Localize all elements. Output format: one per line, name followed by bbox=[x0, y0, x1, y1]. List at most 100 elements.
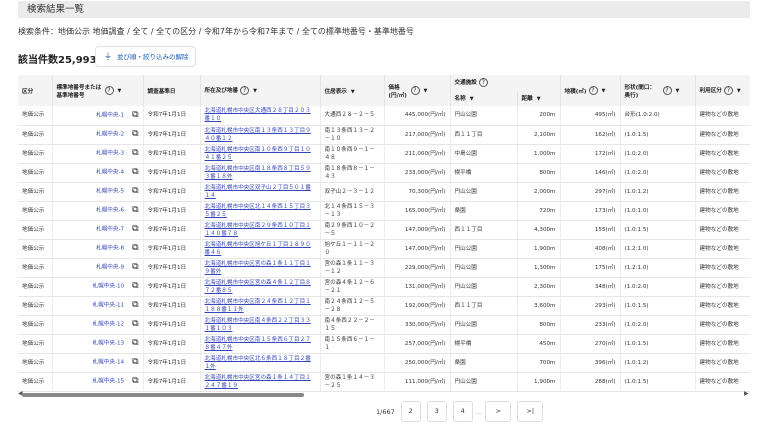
land-number-link[interactable]: 札幌中央-13 bbox=[93, 341, 125, 347]
page-3-button[interactable]: 3 bbox=[426, 401, 447, 422]
cell-shape: (1.0:1.5) bbox=[620, 334, 696, 354]
cell-residence: 南２４条西１２－５－２８ bbox=[320, 296, 385, 316]
external-link-icon[interactable]: ⧉ bbox=[132, 301, 138, 310]
cell-price: 217,000(円/㎡) bbox=[384, 125, 451, 145]
help-icon[interactable]: ? bbox=[478, 78, 488, 88]
external-link-icon[interactable]: ⧉ bbox=[132, 111, 138, 120]
sort-caret-icon[interactable]: ▼ bbox=[424, 88, 428, 94]
sort-caret-icon[interactable]: ▼ bbox=[676, 88, 680, 94]
location-link[interactable]: 北海道札幌市中央区南２９条西１０丁目１１４０番７８ bbox=[205, 223, 311, 237]
location-link[interactable]: 北海道札幌市中央区南２４条西１２丁目１１８８番１１外 bbox=[205, 299, 311, 313]
sort-caret-icon[interactable]: ▼ bbox=[537, 96, 541, 102]
sort-caret-icon[interactable]: ▼ bbox=[602, 88, 606, 94]
external-link-icon[interactable]: ⧉ bbox=[132, 282, 138, 291]
external-link-icon[interactable]: ⧉ bbox=[132, 130, 138, 139]
header-number[interactable]: 標準地番号または基準地番号? ▼ bbox=[52, 75, 144, 106]
page-4-button[interactable]: 4 bbox=[452, 401, 473, 422]
external-link-icon[interactable]: ⧉ bbox=[132, 263, 138, 272]
header-station-name[interactable]: 名称 ▼ bbox=[450, 90, 518, 106]
land-number-link[interactable]: 札幌中央-3 bbox=[96, 151, 124, 157]
cell-kubun: 地価公示 bbox=[18, 258, 53, 278]
external-link-icon[interactable]: ⧉ bbox=[132, 377, 138, 386]
help-icon[interactable]: ? bbox=[588, 86, 598, 95]
land-number-link[interactable]: 札幌中央-14 bbox=[93, 360, 125, 366]
cell-number: 札幌中央-14 ⧉ bbox=[52, 353, 144, 373]
land-number-link[interactable]: 札幌中央-6 bbox=[96, 208, 124, 214]
sort-caret-icon[interactable]: ▼ bbox=[737, 88, 741, 94]
external-link-icon[interactable]: ⧉ bbox=[132, 320, 138, 329]
external-link-icon[interactable]: ⧉ bbox=[132, 206, 138, 215]
cell-distance: 1,300m bbox=[517, 258, 561, 278]
land-number-link[interactable]: 札幌中央-12 bbox=[93, 322, 125, 328]
header-location[interactable]: 所在及び地番? ▼ bbox=[200, 75, 321, 106]
external-link-icon[interactable]: ⧉ bbox=[132, 358, 138, 367]
location-link[interactable]: 北海道札幌市中央区宮の森４条１２丁目８７２番８５ bbox=[205, 280, 311, 294]
help-icon[interactable]: ? bbox=[104, 86, 114, 95]
scroll-right-icon[interactable]: ▶ bbox=[744, 390, 749, 397]
cell-usage: 建物などの敷地 bbox=[695, 106, 750, 126]
cell-date: 令和7年1月1日 bbox=[143, 144, 201, 164]
page-2-button[interactable]: 2 bbox=[400, 401, 421, 422]
external-link-icon[interactable]: ⧉ bbox=[132, 244, 138, 253]
cell-kubun: 地価公示 bbox=[18, 334, 53, 354]
land-number-link[interactable]: 札幌中央-4 bbox=[96, 170, 124, 176]
location-link[interactable]: 北海道札幌市中央区宮の森１条１４丁目１２４７番１９ bbox=[205, 375, 311, 389]
header-residence[interactable]: 住居表示 ▼ bbox=[320, 75, 385, 106]
location-link[interactable]: 北海道札幌市中央区南１８条西８丁目５９３番１８外 bbox=[205, 166, 311, 180]
land-number-link[interactable]: 札幌中央-8 bbox=[96, 246, 124, 252]
help-icon[interactable]: ? bbox=[410, 86, 420, 95]
external-link-icon[interactable]: ⧉ bbox=[132, 149, 138, 158]
cell-shape: (1.0:1.5) bbox=[620, 220, 696, 240]
horizontal-scrollbar[interactable] bbox=[22, 393, 304, 397]
cell-price: 192,000(円/㎡) bbox=[384, 296, 451, 316]
location-link[interactable]: 北海道札幌市中央区南４条西２２丁目３３１番１０３ bbox=[205, 318, 311, 332]
external-link-icon[interactable]: ⧉ bbox=[132, 339, 138, 348]
cell-station: 中島公園 bbox=[450, 144, 518, 164]
next-page-button[interactable]: > bbox=[485, 401, 512, 422]
land-number-link[interactable]: 札幌中央-9 bbox=[96, 265, 124, 271]
sort-caret-icon[interactable]: ▼ bbox=[253, 88, 257, 94]
land-number-link[interactable]: 札幌中央-15 bbox=[93, 379, 125, 385]
location-link[interactable]: 北海道札幌市中央区北１４条西１５丁目３５番２５ bbox=[205, 204, 311, 218]
last-page-button[interactable]: >| bbox=[517, 401, 544, 422]
header-shape[interactable]: 形状(間口：奥行)? ▼ bbox=[620, 75, 696, 106]
land-number-link[interactable]: 札幌中央-11 bbox=[93, 303, 125, 309]
location-link[interactable]: 北海道札幌市中央区南１３条西１３丁目９４０番１２ bbox=[205, 128, 311, 142]
external-link-icon[interactable]: ⧉ bbox=[132, 187, 138, 196]
external-link-icon[interactable]: ⧉ bbox=[132, 225, 138, 234]
land-number-link[interactable]: 札幌中央-7 bbox=[96, 227, 124, 233]
external-link-icon[interactable]: ⧉ bbox=[132, 168, 138, 177]
header-distance-label: 距離 bbox=[521, 96, 533, 103]
help-icon[interactable]: ? bbox=[240, 86, 250, 95]
sort-caret-icon[interactable]: ▼ bbox=[470, 96, 474, 102]
header-distance[interactable]: 距離 ▼ bbox=[517, 90, 561, 106]
location-link[interactable]: 北海道札幌市中央区北６条西１８丁目２番１外 bbox=[205, 356, 311, 370]
result-count: 該当件数25,993件 bbox=[18, 55, 107, 66]
header-area[interactable]: 地積(㎡)? ▼ bbox=[560, 75, 621, 106]
land-number-link[interactable]: 札幌中央-5 bbox=[96, 189, 124, 195]
cell-price: 211,000(円/㎡) bbox=[384, 144, 451, 164]
location-link[interactable]: 北海道札幌市中央区大通西２８丁目２０３番１０ bbox=[205, 108, 311, 122]
reset-sort-filter-button[interactable]: ⏚ 並び順・絞り込みの解除 bbox=[95, 46, 196, 67]
location-link[interactable]: 北海道札幌市中央区南１５条西６丁目２７８番４７外 bbox=[205, 337, 311, 351]
land-number-link[interactable]: 札幌中央-1 bbox=[96, 113, 124, 119]
location-link[interactable]: 北海道札幌市中央区双子山２丁目５０１番１４ bbox=[205, 185, 311, 199]
sort-caret-icon[interactable]: ▼ bbox=[351, 89, 355, 95]
cell-station: 円山公園 bbox=[450, 239, 518, 259]
sort-caret-icon[interactable]: ▼ bbox=[118, 88, 122, 94]
cell-date: 令和7年1月1日 bbox=[143, 106, 201, 126]
location-link[interactable]: 北海道札幌市中央区旭ケ丘１丁目１８９０番４６ bbox=[205, 242, 311, 256]
cell-date: 令和7年1月1日 bbox=[143, 372, 201, 392]
location-link[interactable]: 北海道札幌市中央区南１０条西９丁目１０４１番２５ bbox=[205, 147, 311, 161]
location-link[interactable]: 北海道札幌市中央区宮の森１条１１丁目１９番外 bbox=[205, 261, 311, 275]
land-number-link[interactable]: 札幌中央-2 bbox=[96, 132, 124, 138]
header-area-label: 地積(㎡) bbox=[564, 88, 587, 95]
header-price[interactable]: 価格(円/㎡)? ▼ bbox=[384, 75, 451, 106]
land-number-link[interactable]: 札幌中央-10 bbox=[93, 284, 125, 290]
cell-kubun: 地価公示 bbox=[18, 277, 53, 297]
cell-shape: (1.0:1.2) bbox=[620, 353, 696, 373]
help-icon[interactable]: ? bbox=[723, 86, 733, 95]
cell-kubun: 地価公示 bbox=[18, 106, 53, 126]
help-icon[interactable]: ? bbox=[662, 86, 672, 95]
header-usage[interactable]: 利用区分? ▼ bbox=[695, 75, 750, 106]
